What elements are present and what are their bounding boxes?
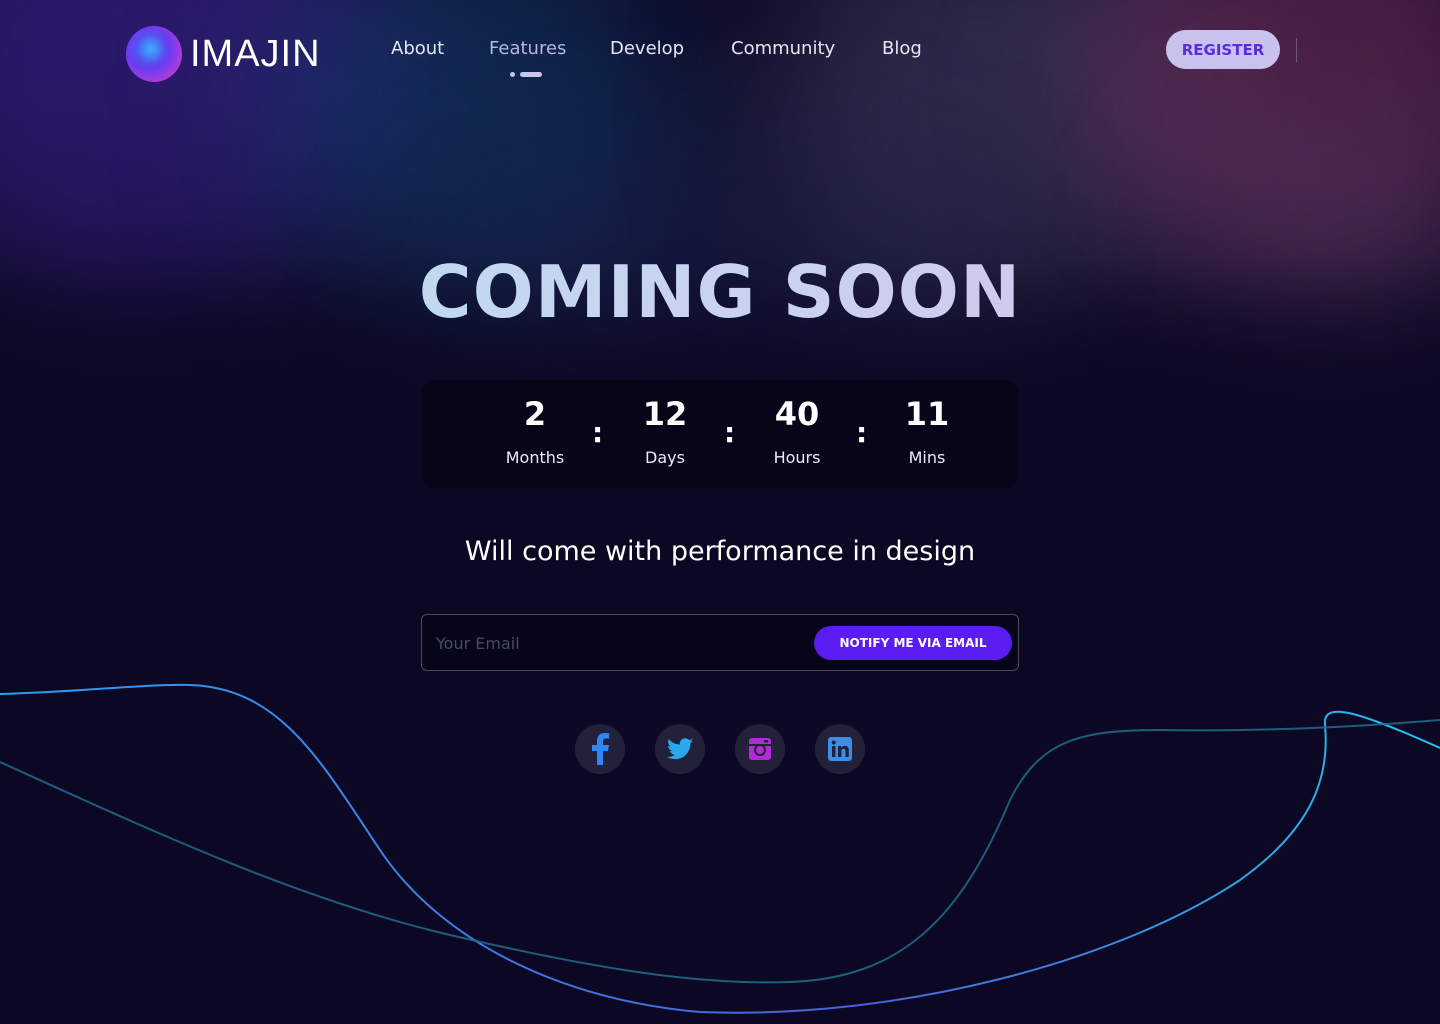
notify-button[interactable]: NOTIFY ME VIA EMAIL bbox=[814, 626, 1012, 660]
header-divider bbox=[1296, 38, 1297, 62]
countdown-value: 2 bbox=[523, 395, 547, 433]
facebook-link[interactable] bbox=[575, 724, 625, 774]
tagline: Will come with performance in design bbox=[464, 536, 976, 567]
register-button[interactable]: REGISTER bbox=[1166, 30, 1280, 69]
countdown-value: 11 bbox=[904, 395, 950, 433]
linkedin-icon bbox=[828, 737, 852, 761]
logo-mark-icon bbox=[126, 26, 182, 82]
page-title: COMING SOON bbox=[0, 250, 1440, 334]
countdown-separator: : bbox=[724, 416, 736, 449]
instagram-link[interactable] bbox=[735, 724, 785, 774]
site-header: IMAJIN About Features Develop Community … bbox=[0, 0, 1440, 110]
countdown-value: 40 bbox=[774, 395, 820, 433]
brand-name: IMAJIN bbox=[190, 32, 321, 75]
countdown-timer: 2 Months : 12 Days : 40 Hours : 11 Mins bbox=[422, 380, 1018, 488]
countdown-months: 2 Months bbox=[475, 394, 595, 467]
facebook-icon bbox=[592, 733, 610, 765]
countdown-hours: 40 Hours bbox=[737, 394, 857, 467]
nav-item-about[interactable]: About bbox=[391, 38, 444, 59]
coming-soon-page: IMAJIN About Features Develop Community … bbox=[0, 0, 1440, 1024]
email-signup-form: NOTIFY ME VIA EMAIL bbox=[421, 614, 1019, 671]
nav-item-features[interactable]: Features bbox=[489, 38, 566, 59]
countdown-days: 12 Days bbox=[605, 394, 725, 467]
background-shade bbox=[0, 0, 1440, 1024]
social-links bbox=[575, 724, 865, 774]
nav-item-blog[interactable]: Blog bbox=[882, 38, 922, 59]
active-nav-indicator bbox=[510, 72, 542, 77]
instagram-icon bbox=[749, 738, 771, 760]
countdown-label: Mins bbox=[908, 448, 946, 467]
countdown-label: Hours bbox=[773, 448, 821, 467]
linkedin-link[interactable] bbox=[815, 724, 865, 774]
twitter-link[interactable] bbox=[655, 724, 705, 774]
countdown-separator: : bbox=[856, 416, 868, 449]
email-field[interactable] bbox=[436, 623, 806, 663]
nav-item-develop[interactable]: Develop bbox=[610, 38, 684, 59]
decorative-waves bbox=[0, 683, 1440, 1014]
countdown-label: Days bbox=[645, 448, 685, 467]
twitter-icon bbox=[667, 738, 693, 760]
countdown-mins: 11 Mins bbox=[867, 394, 987, 467]
nav-item-community[interactable]: Community bbox=[731, 38, 835, 59]
countdown-separator: : bbox=[592, 416, 604, 449]
brand-logo[interactable]: IMAJIN bbox=[126, 26, 321, 82]
countdown-value: 12 bbox=[642, 395, 688, 433]
countdown-label: Months bbox=[505, 448, 565, 467]
